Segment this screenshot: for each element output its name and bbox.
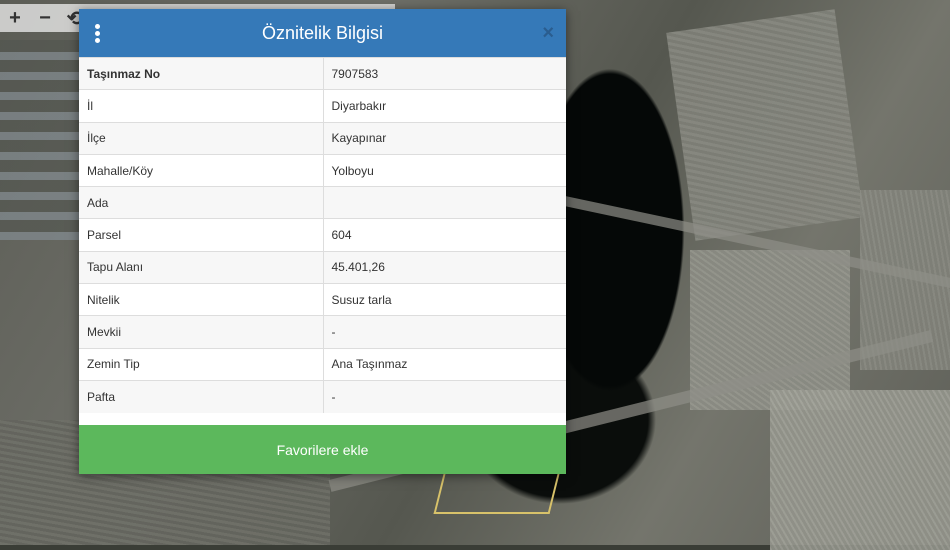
table-row: Nitelik Susuz tarla (79, 283, 566, 316)
attribute-key: Tapu Alanı (79, 250, 324, 284)
attribute-value: Susuz tarla (323, 283, 566, 316)
attribute-key: Mahalle/Köy (79, 153, 324, 187)
attribute-key: Ada (79, 186, 324, 219)
attribute-value: - (323, 379, 566, 413)
attribute-value: - (323, 315, 566, 349)
attribute-key: Pafta (79, 379, 324, 413)
table-row: Parsel 604 (79, 218, 566, 252)
table-row: Zemin Tip Ana Taşınmaz (79, 347, 566, 381)
table-row: Ada (79, 186, 566, 219)
attribute-key: Parsel (79, 218, 324, 252)
table-row: Mevkii - (79, 315, 566, 349)
attribute-value: Kayapınar (323, 121, 566, 155)
attribute-key: İl (79, 89, 324, 123)
table-row: İlçe Kayapınar (79, 121, 566, 155)
table-row: Mahalle/Köy Yolboyu (79, 153, 566, 187)
attribute-table: Taşınmaz No 7907583 İl Diyarbakır İlçe Kayapı… (79, 56, 566, 413)
attribute-key: Zemin Tip (79, 347, 324, 381)
dialog-title: Öznitelik Bilgisi (261, 22, 384, 43)
attribute-value (323, 186, 566, 219)
map-village-area (0, 40, 80, 240)
zoom-in-button[interactable]: + (0, 4, 30, 32)
close-icon[interactable]: × (542, 21, 554, 45)
attribute-key: Taşınmaz No (79, 56, 324, 90)
map-field (770, 390, 950, 550)
zoom-out-button[interactable]: − (30, 4, 60, 32)
attribute-key: Mevkii (79, 315, 324, 349)
table-row: Pafta - (79, 379, 566, 413)
table-row: Taşınmaz No 7907583 (79, 56, 566, 90)
attribute-key: İlçe (79, 121, 324, 155)
attribute-value: Yolboyu (323, 153, 566, 187)
dialog-header: Öznitelik Bilgisi × (79, 9, 566, 57)
kebab-menu-icon[interactable] (95, 24, 101, 43)
attribute-value: 7907583 (323, 56, 566, 90)
attribute-value: 604 (323, 218, 566, 252)
attribute-value: Diyarbakır (323, 89, 566, 123)
attribute-value: Ana Taşınmaz (323, 347, 566, 381)
attribute-key: Nitelik (79, 283, 324, 316)
table-row: Tapu Alanı 45.401,26 (79, 250, 566, 284)
attribute-value: 45.401,26 (323, 250, 566, 284)
map-field (666, 9, 864, 241)
add-to-favorites-button[interactable]: Favorilere ekle (79, 425, 566, 474)
table-row: İl Diyarbakır (79, 89, 566, 123)
attribute-info-dialog: Öznitelik Bilgisi × Taşınmaz No 7907583 İl… (79, 9, 566, 474)
